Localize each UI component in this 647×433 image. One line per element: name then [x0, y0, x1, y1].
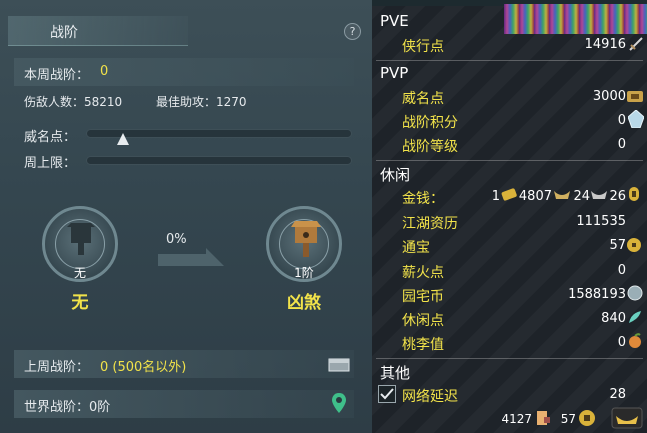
world-rank-row: 世界战阶：0阶 [14, 390, 354, 418]
last-week-rank-row: 上周战阶： 0 (500名以外) [14, 350, 354, 378]
separator [376, 358, 643, 359]
pvp-title: PVP [380, 64, 409, 82]
feather-icon [629, 311, 641, 323]
pvp-row-label: 威名点 [402, 91, 444, 107]
crystal-icon [628, 110, 644, 128]
leisure-row-value: 0 [617, 335, 626, 350]
war-rank-panel: 战阶 ? 本周战阶： 0 伤敌人数：58210 最佳助攻：1270 威名点： 周… [0, 0, 372, 433]
sword-icon [629, 37, 643, 51]
money-label: 金钱： [402, 191, 444, 207]
weekly-cap-label: 周上限： [24, 156, 77, 171]
leisure-row-label: 江湖资历 [402, 216, 458, 232]
pvp-row-label: 战阶等级 [402, 139, 458, 155]
house-coin-icon [627, 285, 643, 301]
separator [376, 160, 643, 161]
current-rank-value: 0 [100, 64, 109, 79]
pve-title: PVE [380, 12, 409, 30]
prestige-icon [627, 91, 643, 102]
gold-emblem-icon [291, 221, 321, 257]
latency-value: 28 [609, 387, 626, 402]
current-rank-label: 本周战阶： [24, 68, 90, 83]
footer-value-b: 57 [560, 412, 576, 426]
coin-icon [627, 238, 641, 252]
last-week-value: 0 (500名以外) [100, 360, 187, 375]
chest-icon[interactable] [328, 356, 350, 372]
current-medal-level: 无 [73, 266, 86, 280]
next-medal-name: 凶煞 [287, 293, 321, 313]
leisure-row-value: 840 [601, 311, 626, 326]
money-coin: 26 [609, 189, 626, 204]
gold-treasure-icon[interactable] [610, 404, 644, 430]
footer-value-a: 4127 [501, 412, 532, 426]
other-title: 其他 [380, 364, 411, 382]
weekly-cap-bar [86, 156, 352, 165]
leisure-row-label: 通宝 [402, 240, 430, 256]
coin-icon [629, 187, 639, 201]
assists-stat: 最佳助攻：1270 [156, 95, 247, 109]
leisure-title: 休闲 [380, 166, 411, 184]
help-icon[interactable]: ? [344, 23, 361, 40]
world-rank-label: 世界战阶：0阶 [24, 400, 111, 415]
prestige-marker-icon [117, 133, 130, 145]
arrow-right-icon [158, 248, 224, 266]
kills-stat: 伤敌人数：58210 [24, 95, 123, 109]
leisure-row-label: 桃李值 [402, 337, 444, 353]
panel-title: 战阶 [50, 25, 78, 41]
current-medal-name: 无 [71, 293, 89, 313]
leisure-row-value: 1588193 [568, 287, 626, 302]
leisure-row-label: 休闲点 [402, 313, 444, 329]
prestige-label: 威名点： [24, 130, 77, 145]
pvp-row-value: 3000 [592, 89, 626, 104]
map-pin-icon[interactable] [332, 393, 346, 413]
leisure-row-value: 57 [609, 238, 626, 253]
peach-icon [629, 333, 641, 348]
money-silver: 4807 [518, 189, 552, 204]
latency-checkbox[interactable] [378, 385, 396, 403]
pvp-row-value: 0 [617, 137, 626, 152]
buff-strip [504, 4, 647, 34]
leisure-row-label: 薪火点 [402, 265, 444, 281]
badge-icon [537, 411, 550, 425]
last-week-label: 上周战阶： [24, 360, 90, 375]
pvp-row-label: 战阶积分 [402, 115, 458, 131]
pve-row-value: 14916 [584, 37, 626, 52]
next-medal-level: 1阶 [294, 266, 314, 280]
latency-label: 网络延迟 [402, 389, 458, 405]
separator [376, 60, 643, 61]
pvp-row-value: 0 [617, 113, 626, 128]
bronze-emblem-icon [67, 223, 95, 255]
attributes-panel: PVE 侠行点 14916 PVP 威名点 3000 战阶积分 0 战阶等级 0… [372, 0, 647, 433]
coin-icon [579, 410, 595, 426]
leisure-row-label: 园宅币 [402, 289, 444, 305]
header-band [8, 16, 188, 46]
progress-percent: 0% [166, 232, 187, 247]
current-rank-row: 本周战阶： 0 [14, 58, 354, 86]
money-gold: 1 [491, 189, 500, 204]
panel-header: 战阶 ? [0, 16, 372, 46]
money-copper: 24 [573, 189, 590, 204]
leisure-row-value: 111535 [576, 214, 626, 229]
leisure-row-value: 0 [617, 263, 626, 278]
pve-row-label: 侠行点 [402, 39, 444, 55]
